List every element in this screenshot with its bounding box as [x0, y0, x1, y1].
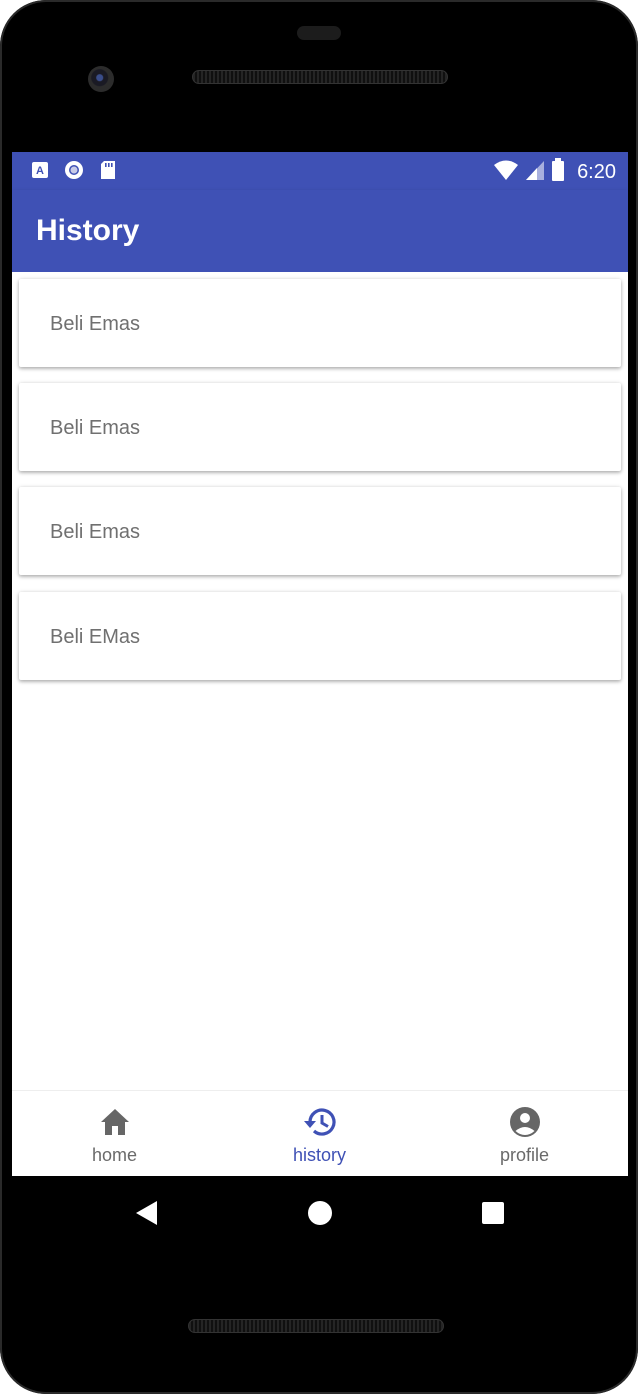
system-navigation-bar: [12, 1176, 628, 1248]
history-card[interactable]: Beli EMas: [19, 592, 621, 680]
circle-target-icon: [64, 160, 84, 180]
cell-signal-icon: [525, 159, 545, 186]
phone-screen: A 6:20 History Beli Emas Beli Emas Beli …: [12, 152, 628, 1176]
svg-text:A: A: [36, 165, 44, 177]
battery-icon: [551, 158, 565, 187]
top-speaker-grille: [192, 70, 448, 84]
history-card[interactable]: Beli Emas: [19, 383, 621, 471]
status-bar: A 6:20: [12, 152, 628, 190]
home-circle-icon[interactable]: [305, 1198, 335, 1228]
history-card[interactable]: Beli Emas: [19, 487, 621, 575]
sd-card-icon: [98, 160, 118, 180]
nav-label-history: history: [292, 1145, 346, 1165]
history-card[interactable]: Beli Emas: [19, 279, 621, 367]
bottom-speaker-grille: [188, 1319, 444, 1333]
home-icon: [98, 1105, 132, 1139]
nav-item-history[interactable]: history: [217, 1091, 422, 1176]
status-bar-system: 6:20: [493, 158, 616, 187]
status-bar-notifications: A: [30, 160, 118, 180]
recents-icon[interactable]: [478, 1198, 508, 1228]
bottom-navigation: home history profile: [12, 1090, 628, 1176]
history-card-label: Beli Emas: [50, 313, 141, 335]
history-card-label: Beli Emas: [50, 417, 141, 439]
accessibility-a-icon: A: [30, 160, 50, 180]
back-icon[interactable]: [131, 1198, 161, 1228]
page-title: History: [36, 214, 140, 247]
account-circle-icon: [508, 1105, 542, 1139]
front-camera: [88, 66, 114, 92]
nav-label-profile: profile: [499, 1145, 550, 1165]
history-list: Beli Emas Beli Emas Beli Emas Beli EMas: [12, 272, 628, 1090]
app-bar: History: [12, 190, 628, 272]
nav-item-profile[interactable]: profile: [422, 1091, 627, 1176]
nav-label-home: home: [91, 1145, 138, 1165]
status-clock: 6:20: [577, 161, 616, 183]
device-frame: A 6:20 History Beli Emas Beli Emas Beli …: [0, 0, 638, 1394]
history-icon: [303, 1105, 337, 1139]
wifi-icon: [493, 159, 519, 186]
history-card-label: Beli Emas: [50, 521, 141, 543]
nav-item-home[interactable]: home: [12, 1091, 217, 1176]
top-earpiece: [297, 26, 341, 40]
history-card-label: Beli EMas: [50, 626, 141, 648]
